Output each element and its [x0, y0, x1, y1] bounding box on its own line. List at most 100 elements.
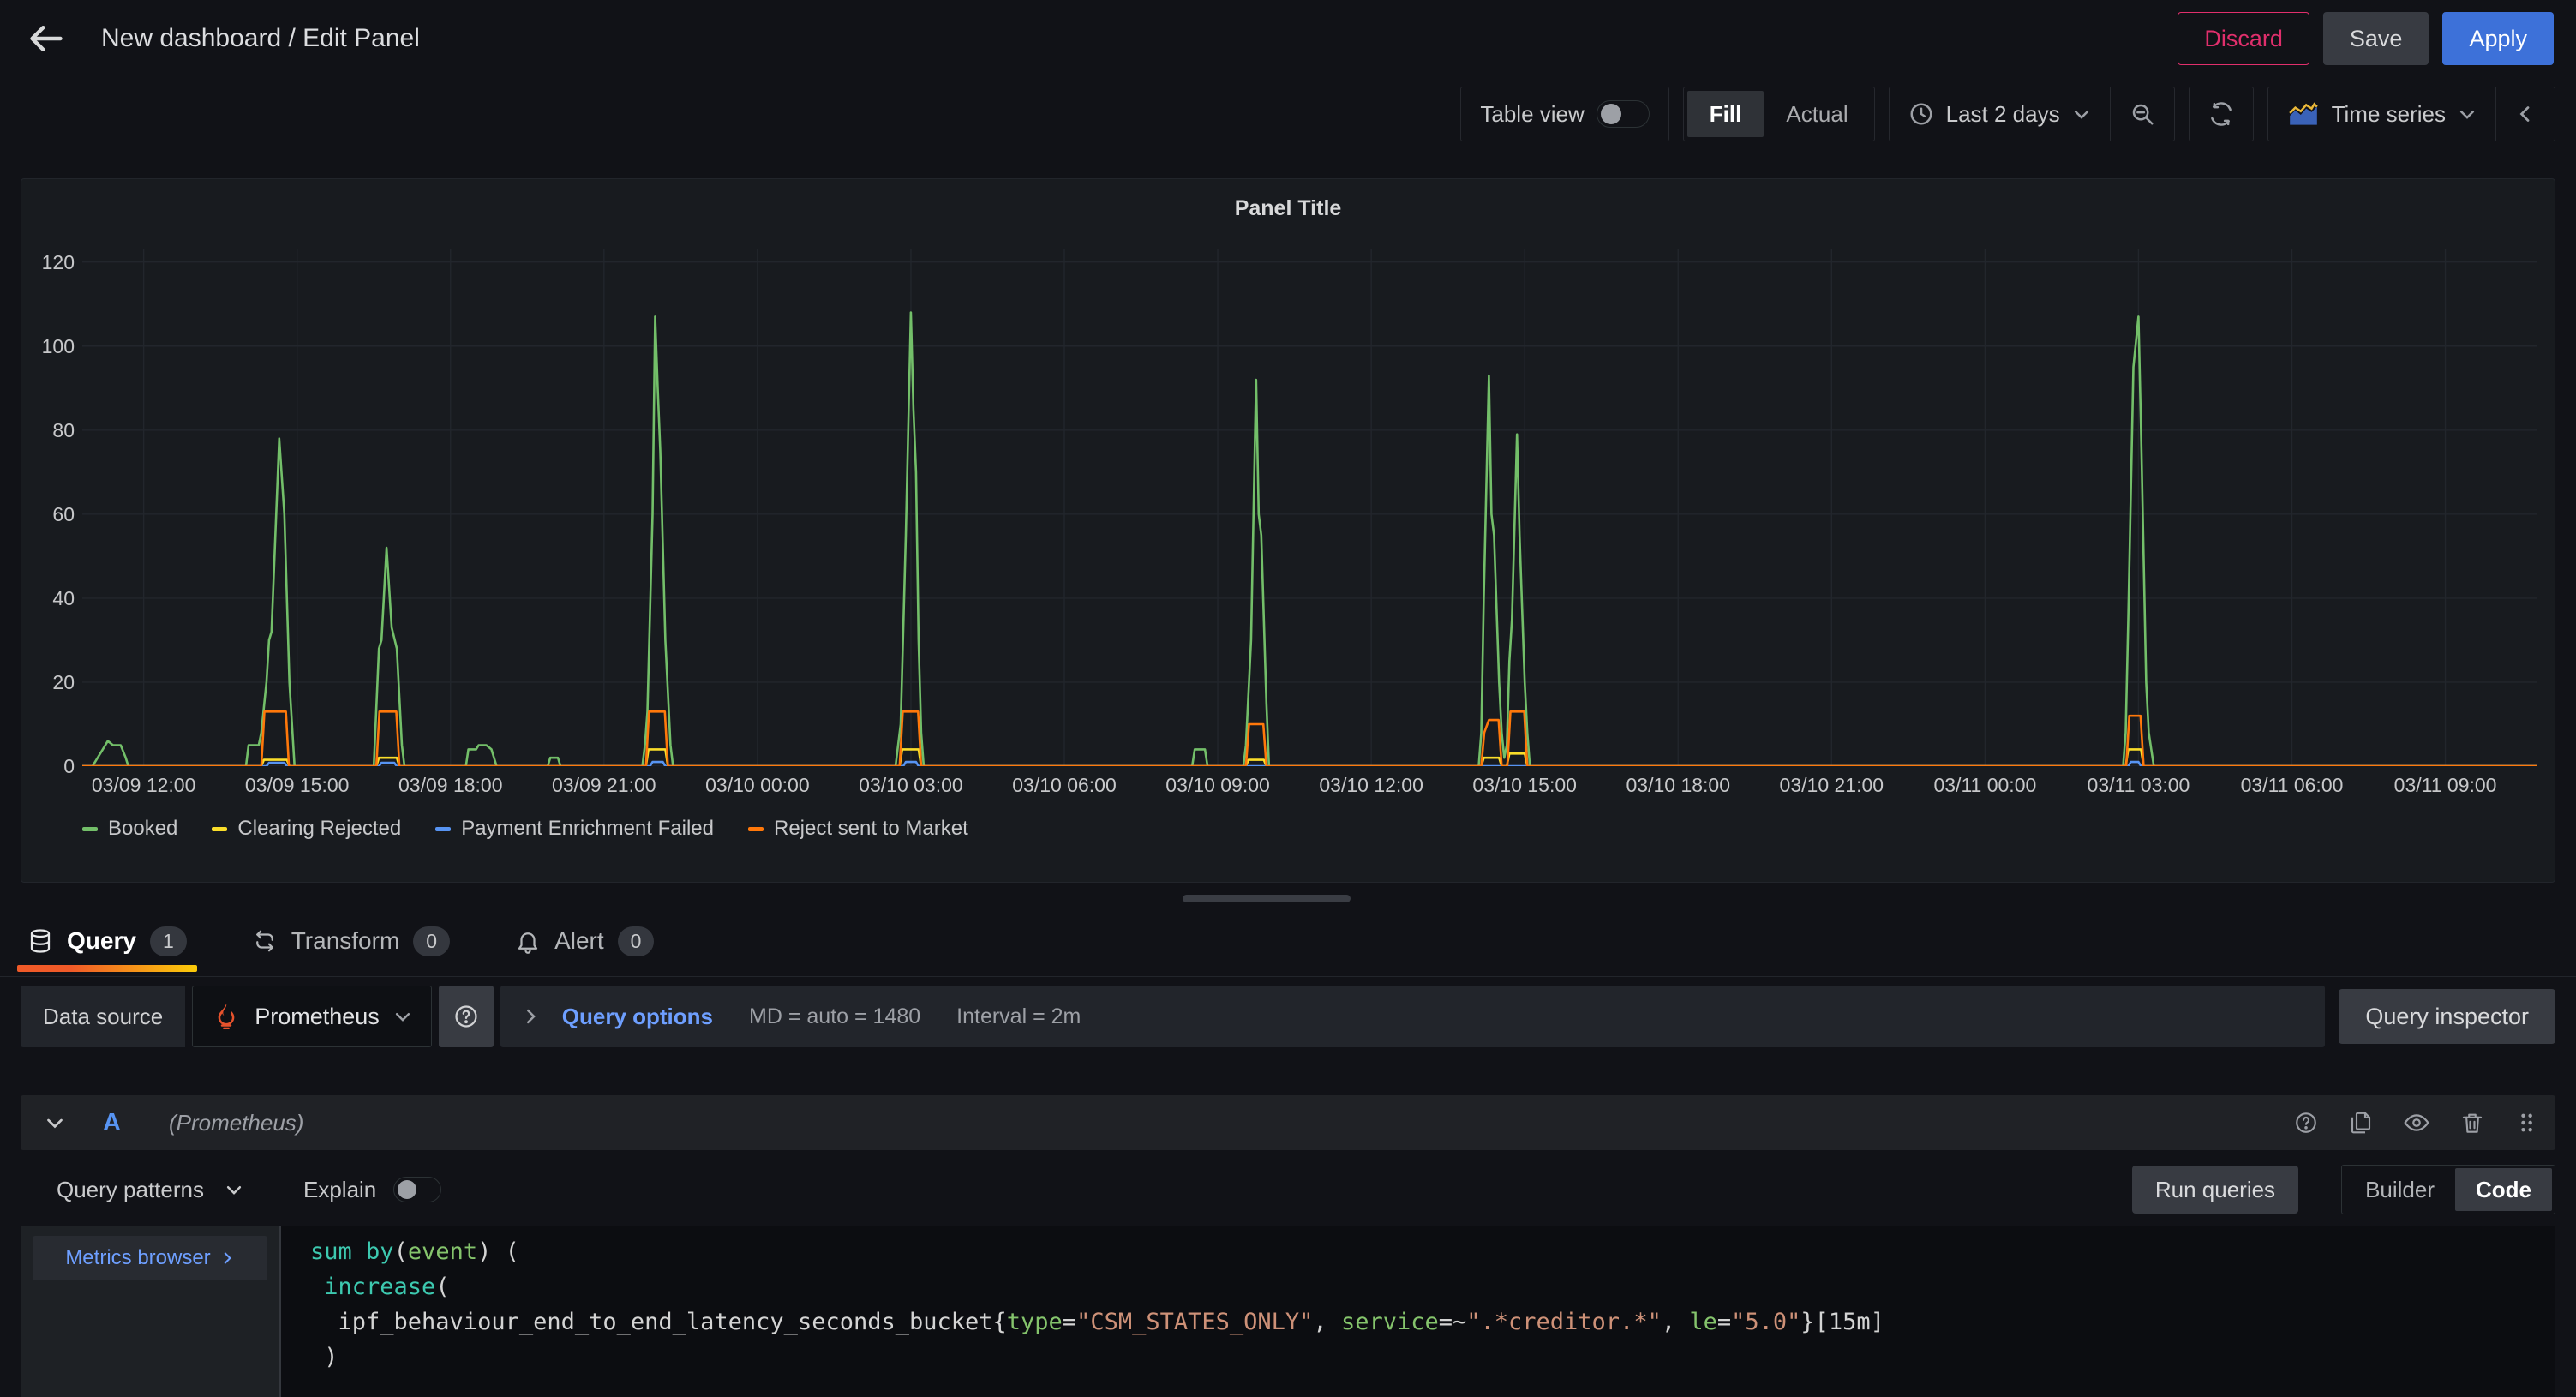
- legend-label: Booked: [108, 817, 177, 841]
- code-token: [310, 1274, 324, 1300]
- apply-button[interactable]: Apply: [2442, 12, 2554, 65]
- max-data-points-text: MD = auto = 1480: [749, 1004, 920, 1029]
- datasource-picker[interactable]: Prometheus: [192, 986, 432, 1047]
- collapse-query-icon[interactable]: [45, 1112, 65, 1133]
- viz-picker[interactable]: Time series: [2268, 87, 2495, 141]
- delete-query-button[interactable]: [2459, 1110, 2485, 1136]
- x-axis-label: 03/09 15:00: [245, 774, 350, 797]
- eye-icon: [2403, 1109, 2430, 1136]
- legend-label: Payment Enrichment Failed: [461, 817, 714, 841]
- code-token: ".*creditor.*": [1466, 1309, 1662, 1335]
- editor-sidebar: Metrics browser: [21, 1226, 279, 1397]
- x-axis-label: 03/11 09:00: [2394, 774, 2497, 797]
- legend-item-booked[interactable]: Booked: [82, 817, 177, 841]
- duplicate-query-button[interactable]: [2348, 1110, 2374, 1136]
- tab-alert[interactable]: Alert 0: [508, 910, 661, 972]
- x-axis-label: 03/09 21:00: [552, 774, 656, 797]
- tab-transform[interactable]: Transform 0: [245, 910, 457, 972]
- zoom-out-button[interactable]: [2110, 87, 2174, 141]
- tab-query-label: Query: [67, 927, 136, 955]
- save-button[interactable]: Save: [2323, 12, 2429, 65]
- run-queries-button[interactable]: Run queries: [2132, 1166, 2298, 1214]
- fill-option[interactable]: Fill: [1687, 91, 1764, 137]
- panel-title: Panel Title: [21, 196, 2555, 221]
- help-circle-icon: [2293, 1110, 2319, 1136]
- legend-item-reject-sent-to-market[interactable]: Reject sent to Market: [748, 817, 968, 841]
- chart-plot[interactable]: [82, 249, 2537, 766]
- code-option[interactable]: Code: [2455, 1168, 2552, 1211]
- chevron-down-icon: [393, 1007, 412, 1026]
- chevron-right-icon: [521, 1007, 540, 1026]
- toggle-visibility-button[interactable]: [2403, 1109, 2430, 1136]
- chevron-down-icon: [2458, 105, 2477, 123]
- code-token: =: [1063, 1309, 1076, 1335]
- code-token: ,: [1662, 1309, 1690, 1335]
- x-axis-label: 03/10 09:00: [1165, 774, 1270, 797]
- tab-alert-label: Alert: [554, 927, 604, 955]
- chevron-down-icon: [2072, 105, 2091, 123]
- y-axis-label: 60: [27, 503, 75, 526]
- query-options-link[interactable]: Query options: [562, 1004, 713, 1030]
- panel-resize-handle[interactable]: [1183, 895, 1351, 902]
- y-axis: 020406080100120: [27, 249, 75, 766]
- query-ref-id[interactable]: A: [103, 1109, 121, 1137]
- x-axis-label: 03/09 12:00: [92, 774, 196, 797]
- back-button[interactable]: [26, 18, 67, 59]
- transform-icon: [252, 928, 278, 954]
- code-token: 15m: [1829, 1309, 1871, 1335]
- time-range-picker[interactable]: Last 2 days: [1890, 87, 2110, 141]
- y-axis-label: 40: [27, 587, 75, 610]
- legend-item-clearing-rejected[interactable]: Clearing Rejected: [212, 817, 401, 841]
- builder-option[interactable]: Builder: [2345, 1168, 2455, 1211]
- collapse-options-button[interactable]: [2495, 87, 2555, 141]
- switch-knob: [398, 1180, 416, 1199]
- refresh-group: [2189, 87, 2254, 141]
- chevron-right-icon: [219, 1250, 235, 1266]
- tab-transform-label: Transform: [291, 927, 400, 955]
- actual-option[interactable]: Actual: [1764, 91, 1870, 137]
- code-token: ipf_behaviour_end_to_end_latency_seconds…: [310, 1309, 1007, 1335]
- query-options-row: Query patterns Explain Run queries Build…: [21, 1162, 2555, 1217]
- x-axis-label: 03/11 06:00: [2241, 774, 2344, 797]
- code-token: event: [408, 1238, 477, 1265]
- database-icon: [27, 928, 53, 954]
- trash-icon: [2459, 1110, 2485, 1136]
- y-axis-label: 0: [27, 755, 75, 778]
- query-options-bar[interactable]: Query options MD = auto = 1480 Interval …: [500, 986, 2326, 1047]
- query-a-header[interactable]: A (Prometheus): [21, 1095, 2555, 1150]
- datasource-row: Data source Prometheus Query options MD …: [21, 986, 2555, 1047]
- refresh-button[interactable]: [2190, 87, 2253, 141]
- time-range-label: Last 2 days: [1946, 101, 2060, 128]
- viz-picker-group: Time series: [2267, 87, 2555, 141]
- discard-button[interactable]: Discard: [2178, 12, 2309, 65]
- code-token: (: [394, 1238, 408, 1265]
- help-circle-icon: [452, 1003, 480, 1030]
- datasource-help-button[interactable]: [439, 986, 494, 1047]
- code-line: ipf_behaviour_end_to_end_latency_seconds…: [310, 1304, 2555, 1340]
- x-axis-label: 03/10 03:00: [859, 774, 963, 797]
- query-help-button[interactable]: [2293, 1110, 2319, 1136]
- promql-code-editor[interactable]: sum by(event) ( increase( ipf_behaviour_…: [281, 1226, 2555, 1397]
- time-series-chart[interactable]: [82, 249, 2537, 766]
- legend-label: Reject sent to Market: [774, 817, 968, 841]
- code-token: "CSM_STATES_ONLY": [1076, 1309, 1313, 1335]
- tab-query[interactable]: Query 1: [21, 910, 194, 972]
- x-axis: 03/09 12:0003/09 15:0003/09 18:0003/09 2…: [82, 774, 2537, 800]
- code-token: =~: [1439, 1309, 1467, 1335]
- query-inspector-button[interactable]: Query inspector: [2339, 989, 2555, 1044]
- legend-item-payment-enrichment-failed[interactable]: Payment Enrichment Failed: [435, 817, 714, 841]
- query-patterns-dropdown[interactable]: Query patterns: [57, 1177, 243, 1203]
- drag-handle-icon[interactable]: [2514, 1111, 2538, 1135]
- code-line: increase(: [310, 1269, 2555, 1304]
- table-view-group: Table view: [1460, 87, 1668, 141]
- page-title: New dashboard / Edit Panel: [101, 24, 420, 53]
- table-view-toggle[interactable]: Table view: [1461, 87, 1668, 141]
- query-patterns-label: Query patterns: [57, 1177, 204, 1203]
- x-axis-label: 03/10 15:00: [1472, 774, 1577, 797]
- explain-switch[interactable]: [393, 1177, 441, 1202]
- table-view-switch[interactable]: [1597, 100, 1650, 128]
- explain-toggle[interactable]: Explain: [303, 1177, 441, 1203]
- code-token: [352, 1238, 366, 1265]
- legend-swatch: [435, 827, 451, 831]
- metrics-browser-button[interactable]: Metrics browser: [33, 1236, 267, 1280]
